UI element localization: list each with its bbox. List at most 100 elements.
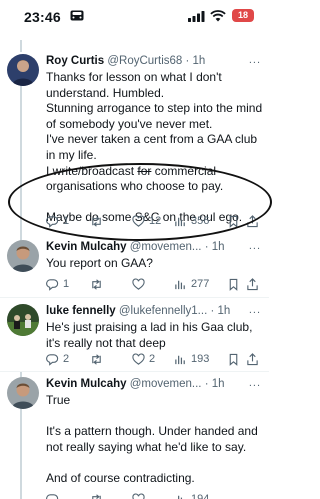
text-line: Stunning arrogance to step into the mind…	[46, 101, 266, 131]
tweet-text: True It's a pattern though. Under handed…	[46, 393, 263, 487]
view-count: 194	[191, 493, 210, 499]
avatar[interactable]	[7, 240, 39, 272]
share-button[interactable]	[246, 351, 259, 367]
views-button[interactable]: 277	[174, 276, 209, 292]
like-count: 12	[149, 215, 162, 227]
share-button[interactable]	[246, 213, 259, 229]
views-icon	[175, 355, 185, 364]
reply-button[interactable]: 2	[46, 351, 69, 367]
display-name[interactable]: luke fennelly	[46, 305, 116, 317]
avatar[interactable]	[7, 304, 39, 336]
bookmark-button[interactable]	[227, 213, 240, 229]
struck-text: for	[137, 163, 152, 178]
more-options-icon[interactable]: ...	[246, 54, 261, 66]
status-time: 23:46	[24, 9, 61, 25]
reply-button[interactable]: 1	[46, 213, 69, 229]
tweet-text: He's just praising a lad in his Gaa club…	[46, 320, 263, 351]
tweet-paragraph: It's a pattern though. Under handed and …	[46, 424, 262, 454]
handle[interactable]: @lukefennelly1...	[119, 305, 207, 317]
retweet-button[interactable]	[90, 351, 103, 367]
like-icon	[132, 352, 145, 365]
text-line: Thanks for lesson on what I don't unders…	[46, 70, 226, 100]
tweet-header: Kevin Mulcahy @movemen... · 1h	[46, 377, 259, 391]
reply-count: 1	[63, 215, 70, 227]
share-icon	[247, 277, 258, 290]
handle[interactable]: @RoyCurtis68	[107, 55, 182, 67]
display-name[interactable]: Roy Curtis	[46, 55, 104, 67]
retweet-icon	[92, 215, 101, 227]
retweet-icon	[92, 353, 101, 365]
reply-count: 1	[63, 278, 70, 290]
bookmark-icon	[229, 353, 238, 366]
retweet-button[interactable]	[90, 276, 103, 292]
views-icon	[175, 217, 185, 226]
timestamp: · 1h	[210, 305, 231, 317]
tweet-paragraph: You report on GAA?	[46, 256, 153, 270]
like-button[interactable]	[132, 491, 145, 499]
tweet-paragraph: And of course contradicting.	[46, 470, 195, 485]
bookmark-button[interactable]	[227, 276, 240, 292]
more-options-icon[interactable]: ...	[246, 240, 261, 252]
signal-icon	[188, 11, 205, 22]
like-icon	[132, 214, 145, 227]
status-bar: 23:46 18	[0, 0, 269, 34]
display-name[interactable]: Kevin Mulcahy	[46, 378, 127, 390]
more-options-icon[interactable]: ...	[246, 377, 261, 389]
tweet-paragraph: True	[46, 393, 71, 407]
timestamp: · 1h	[204, 241, 225, 253]
tweet-actions: 1 12 356	[46, 213, 261, 229]
view-count: 193	[191, 353, 210, 365]
reply-icon	[46, 493, 59, 499]
display-name[interactable]: Kevin Mulcahy	[46, 241, 127, 253]
view-count: 356	[191, 215, 210, 227]
thread-line	[20, 84, 22, 254]
views-button[interactable]: 193	[174, 351, 209, 367]
like-icon	[132, 277, 145, 290]
battery-indicator: 18	[232, 9, 254, 22]
views-icon	[175, 495, 183, 499]
like-count: 2	[149, 353, 156, 365]
avatar[interactable]	[7, 377, 39, 409]
like-button[interactable]: 12	[132, 213, 161, 229]
text-line: I write/broadcast	[46, 163, 138, 178]
tweet-paragraph: He's just praising a lad in his Gaa club…	[46, 320, 256, 350]
share-icon	[247, 214, 258, 227]
timestamp: · 1h	[204, 378, 225, 390]
share-button[interactable]	[246, 276, 259, 292]
retweet-icon	[92, 493, 101, 499]
tweet-header: Kevin Mulcahy @movemen... · 1h	[46, 240, 259, 254]
bookmark-icon	[229, 215, 238, 228]
avatar[interactable]	[7, 54, 39, 86]
tweet-header: Roy Curtis @RoyCurtis68 · 1h	[46, 54, 259, 68]
tweet-actions: 2 2 193	[46, 351, 261, 367]
car-icon	[70, 10, 84, 21]
views-icon	[175, 280, 185, 289]
tweet-paragraph: Thanks for lesson on what I don't unders…	[46, 70, 263, 195]
reply-button[interactable]	[46, 491, 59, 499]
tweet-actions: 194	[46, 491, 261, 499]
reply-button[interactable]: 1	[46, 276, 69, 292]
text-line: I've never taken a cent from a GAA club …	[46, 132, 261, 162]
reply-count: 2	[63, 353, 70, 365]
bookmark-icon	[229, 278, 238, 291]
bookmark-button[interactable]	[227, 351, 240, 367]
reply-icon	[46, 215, 59, 228]
handle[interactable]: @movemen...	[130, 241, 202, 253]
retweet-button[interactable]	[90, 213, 103, 229]
views-button[interactable]: 356	[174, 213, 209, 229]
divider	[0, 297, 269, 298]
view-count: 277	[191, 278, 210, 290]
like-button[interactable]: 2	[132, 351, 155, 367]
reply-icon	[46, 278, 59, 291]
like-button[interactable]	[132, 276, 145, 292]
timestamp: · 1h	[185, 55, 206, 67]
reply-icon	[46, 353, 59, 366]
retweet-button[interactable]	[90, 491, 103, 499]
wifi-icon	[210, 10, 226, 22]
more-options-icon[interactable]: ...	[246, 304, 261, 316]
like-icon	[132, 492, 145, 499]
views-button[interactable]: 194	[174, 491, 209, 499]
tweet-text: Thanks for lesson on what I don't unders…	[46, 70, 263, 226]
handle[interactable]: @movemen...	[130, 378, 202, 390]
share-icon	[247, 352, 258, 365]
